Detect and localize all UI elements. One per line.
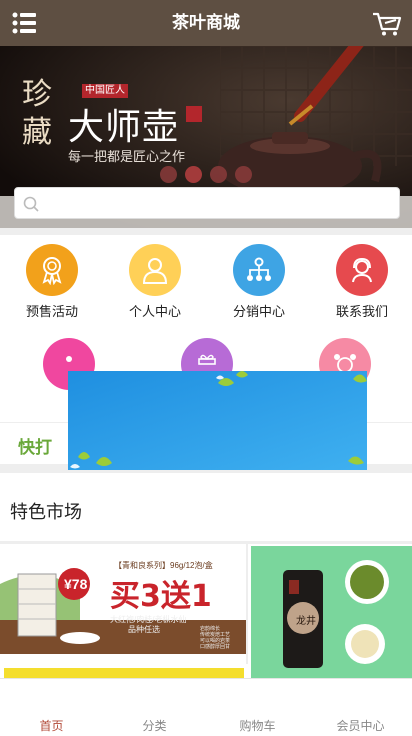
tab-label: 购物车 (239, 719, 276, 733)
tab-member[interactable]: 会员中心 (309, 679, 412, 736)
promo-point: 岩韵绵长 (200, 625, 220, 632)
support-agent-icon (336, 244, 388, 296)
shopping-cart-icon[interactable] (372, 11, 402, 37)
banner-subline: 每一把都是匠心之作 (68, 149, 186, 164)
promo-image: 大红袍/肉桂/老枞水仙 品种任选 岩韵绵长 传统炭焙工艺 可以喝的岩茶 口感醇厚… (0, 544, 246, 664)
user-icon (129, 244, 181, 296)
award-ribbon-icon (26, 244, 78, 296)
search-icon (23, 196, 39, 212)
banner-headline: 大师壶 (68, 107, 180, 148)
grid-item-contact[interactable]: 联系我们 (317, 244, 407, 320)
bottom-nav: 首页 分类 购物车 会员中心 (0, 678, 412, 736)
product-card-longjing[interactable]: 龙井 (251, 546, 412, 678)
popup-background (68, 371, 367, 470)
carousel-dot[interactable] (235, 166, 252, 183)
quick-bar-text: 快打 (18, 438, 52, 457)
product-card-promo[interactable]: 大红袍/肉桂/老枞水仙 品种任选 岩韵绵长 传统炭焙工艺 可以喝的岩茶 口感醇厚… (0, 544, 248, 664)
banner-badge: 中国匠人 (82, 84, 128, 98)
grid-item-distribution[interactable]: 分销中心 (214, 244, 304, 320)
popup-ad[interactable] (68, 371, 367, 470)
promo-series: 【青和良系列】96g/12泡/盒 (114, 560, 213, 570)
carousel-dot[interactable] (185, 166, 202, 183)
tab-category[interactable]: 分类 (103, 679, 206, 736)
longjing-image: 龙井 (251, 546, 412, 678)
grid-item-profile[interactable]: 个人中心 (110, 244, 200, 320)
tab-cart[interactable]: 购物车 (206, 679, 309, 736)
carousel-dot[interactable] (160, 166, 177, 183)
tab-home[interactable]: 首页 (0, 679, 103, 736)
promo-note-2: 品种任选 (128, 624, 160, 634)
promo-point: 可以喝的岩茶 (200, 637, 230, 644)
longjing-label: 龙井 (296, 614, 316, 627)
tab-label: 分类 (142, 719, 167, 733)
grid-item-presale[interactable]: 预售活动 (7, 244, 97, 320)
grid-item-label: 个人中心 (128, 304, 181, 319)
network-icon (233, 244, 285, 296)
search-input[interactable] (45, 188, 395, 218)
promo-point: 口感醇厚回甘 (200, 643, 230, 650)
banner-vertical-text: 珍藏 (22, 77, 52, 150)
carousel-dot[interactable] (210, 166, 227, 183)
tab-label: 会员中心 (336, 719, 385, 733)
promo-note-1: 大红袍/肉桂/老枞水仙 (110, 614, 186, 624)
grid-item-label: 预售活动 (25, 304, 78, 319)
promo-price: ¥78 (64, 576, 88, 592)
grid-item-label: 联系我们 (335, 304, 388, 319)
search-bar[interactable] (14, 187, 400, 219)
grid-item-label: 分销中心 (232, 304, 285, 319)
tab-label: 首页 (39, 719, 64, 733)
page-title: 茶叶商城 (172, 13, 240, 32)
carousel-dots (160, 166, 252, 183)
promo-point: 传统炭焙工艺 (200, 631, 230, 638)
top-header: 茶叶商城 (0, 0, 412, 46)
section-title: 特色市场 (10, 502, 82, 522)
divider (0, 228, 412, 235)
promo-offer: 买3送1 (110, 579, 212, 614)
product-card-partial[interactable] (4, 668, 244, 678)
